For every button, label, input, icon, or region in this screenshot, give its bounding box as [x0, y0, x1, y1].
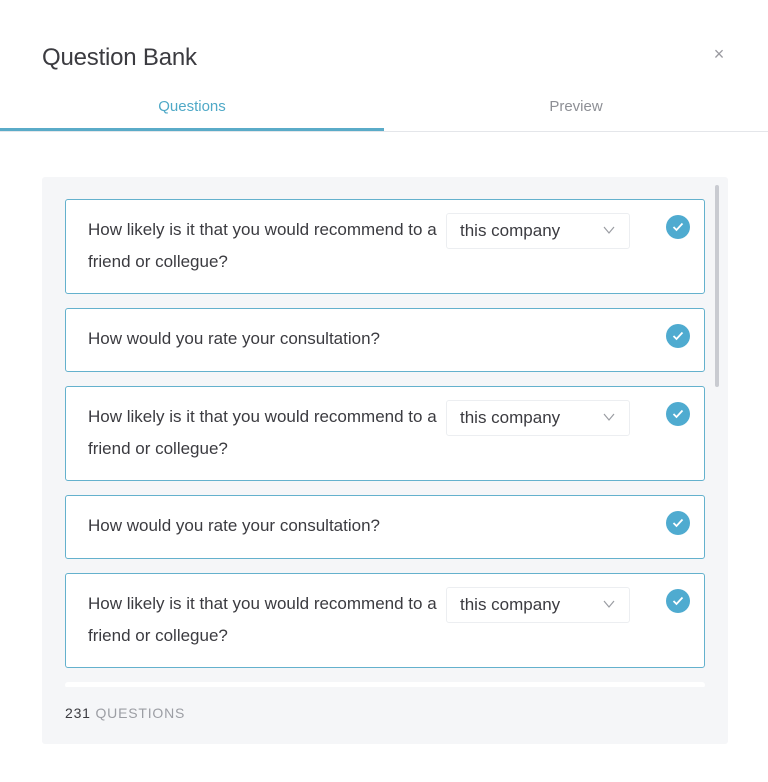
subject-select[interactable]: this company: [446, 587, 630, 623]
question-text: How likely is it that you would recommen…: [88, 594, 437, 645]
dialog-title: Question Bank: [42, 44, 197, 71]
question-card[interactable]: How likely is it that you would recommen…: [65, 386, 705, 481]
chevron-down-icon: [603, 226, 615, 234]
selected-check-icon[interactable]: [666, 511, 690, 535]
tab-preview[interactable]: Preview: [384, 90, 768, 131]
select-value: this company: [460, 221, 561, 240]
question-count-label: QUESTIONS: [95, 705, 186, 721]
tab-bar: Questions Preview: [0, 90, 768, 132]
question-card[interactable]: How likely is it that you would recommen…: [65, 573, 705, 668]
close-icon[interactable]: ×: [710, 44, 728, 64]
question-text: How would you rate your consultation?: [88, 516, 380, 535]
question-count-number: 231: [65, 705, 91, 721]
selected-check-icon[interactable]: [666, 402, 690, 426]
subject-select[interactable]: this company: [446, 213, 630, 249]
question-list-panel: How likely is it that you would recommen…: [42, 177, 728, 744]
question-card[interactable]: How would you rate your consultation?: [65, 495, 705, 559]
select-value: this company: [460, 408, 561, 427]
selected-check-icon[interactable]: [666, 324, 690, 348]
question-count: 231 QUESTIONS: [65, 705, 185, 721]
scrollbar[interactable]: [715, 185, 719, 387]
selected-check-icon[interactable]: [666, 589, 690, 613]
select-value: this company: [460, 595, 561, 614]
subject-select[interactable]: this company: [446, 400, 630, 436]
question-text: How likely is it that you would recommen…: [88, 407, 437, 458]
question-card[interactable]: How likely is it that you would recommen…: [65, 199, 705, 294]
selected-check-icon[interactable]: [666, 215, 690, 239]
question-text: How likely is it that you would recommen…: [88, 220, 437, 271]
question-card-partial[interactable]: [65, 682, 705, 687]
chevron-down-icon: [603, 600, 615, 608]
question-list: How likely is it that you would recommen…: [65, 199, 706, 687]
question-text: How would you rate your consultation?: [88, 329, 380, 348]
chevron-down-icon: [603, 413, 615, 421]
tab-questions[interactable]: Questions: [0, 90, 384, 131]
question-card[interactable]: How would you rate your consultation?: [65, 308, 705, 372]
